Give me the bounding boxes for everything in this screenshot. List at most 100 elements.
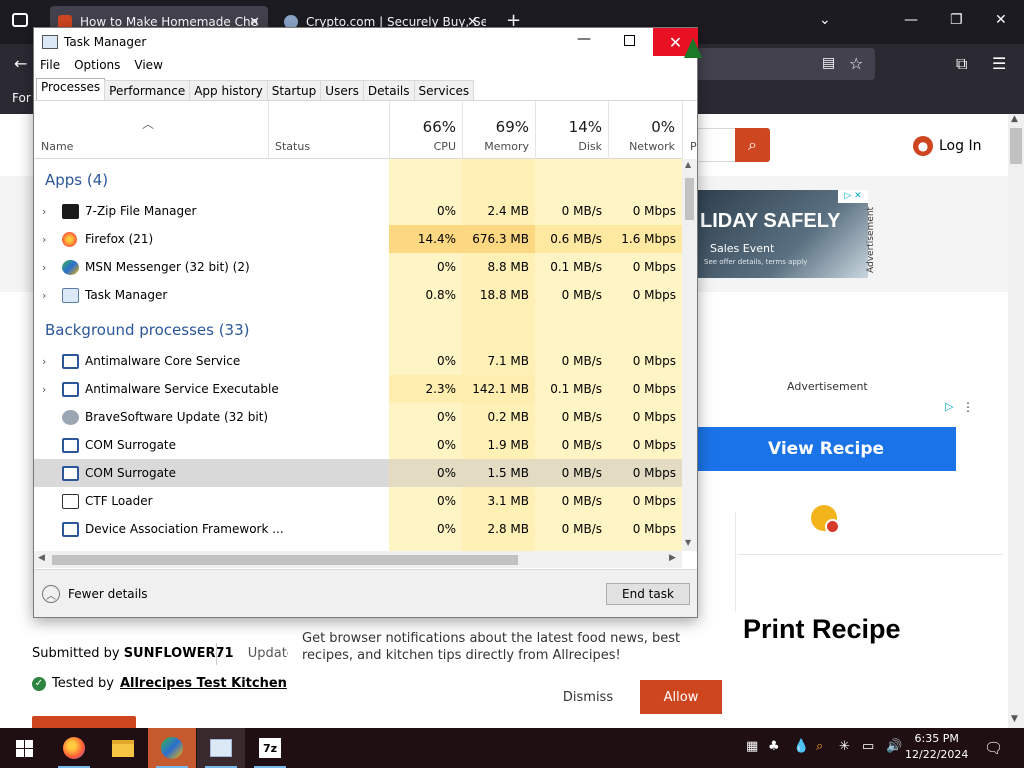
adchoices-icon[interactable]: ▷ ✕ — [838, 190, 868, 203]
column-name[interactable]: Name — [41, 140, 73, 153]
column-status[interactable]: Status — [275, 140, 310, 153]
chevron-up-circle-icon[interactable]: ︿ — [42, 585, 60, 603]
process-row[interactable]: › Antimalware Core Service 0% 7.1 MB 0 M… — [34, 347, 682, 375]
process-cpu: 0% — [436, 438, 456, 452]
back-arrow-icon[interactable]: ← — [14, 54, 27, 73]
memory-percent[interactable]: 69% — [462, 118, 529, 136]
page-scroll-thumb[interactable] — [1010, 128, 1022, 164]
menu-options[interactable]: Options — [74, 58, 120, 78]
network-activity-icon[interactable]: ▦ — [746, 739, 758, 754]
menu-bar: File Options View — [34, 58, 163, 78]
scroll-down-icon[interactable]: ▼ — [1011, 714, 1018, 724]
submitter-name[interactable]: SUNFLOWER71 — [124, 646, 234, 661]
msn-tray-icon[interactable]: ♣ — [768, 739, 780, 754]
expand-chevron-icon[interactable]: › — [42, 289, 46, 302]
process-row[interactable]: Device Association Framework ... 0% 2.8 … — [34, 515, 682, 543]
expand-chevron-icon[interactable]: › — [42, 205, 46, 218]
expand-chevron-icon[interactable]: › — [42, 261, 46, 274]
partially-hidden-button[interactable] — [32, 716, 136, 728]
process-row[interactable]: › Firefox (21) 14.4% 676.3 MB 0.6 MB/s 1… — [34, 225, 682, 253]
process-row[interactable]: › Task Manager 0.8% 18.8 MB 0 MB/s 0 Mbp… — [34, 281, 682, 309]
taskbar-msn[interactable] — [148, 728, 196, 768]
process-row[interactable]: BraveSoftware Update (32 bit) 0% 0.2 MB … — [34, 403, 682, 431]
notification-center-icon[interactable]: 🗨 — [984, 739, 1003, 757]
process-network: 0 Mbps — [632, 410, 676, 424]
bookmark-item[interactable]: For — [12, 91, 31, 105]
allow-button[interactable]: Allow — [640, 680, 722, 714]
process-row[interactable]: COM Surrogate 0% 1.9 MB 0 MB/s 0 Mbps — [34, 431, 682, 459]
page-scrollbar[interactable] — [1008, 114, 1024, 728]
menu-view[interactable]: View — [134, 58, 162, 78]
search-tray-icon[interactable]: ⌕ — [816, 739, 823, 754]
taskbar-7zip[interactable]: 7z — [246, 728, 294, 768]
taskbar-firefox[interactable] — [50, 728, 98, 768]
more-vertical-icon[interactable]: ⋮ — [962, 400, 974, 414]
view-recipe-button[interactable]: View Recipe — [696, 427, 956, 471]
process-row[interactable]: › MSN Messenger (32 bit) (2) 0% 8.8 MB 0… — [34, 253, 682, 281]
end-task-button[interactable]: End task — [606, 583, 690, 605]
start-button[interactable] — [0, 728, 48, 768]
adchoices-play-icon[interactable]: ▷ — [945, 400, 953, 413]
close-window-icon[interactable]: ✕ — [995, 12, 1007, 28]
scroll-up-icon[interactable]: ▲ — [685, 160, 691, 169]
dismiss-button[interactable]: Dismiss — [555, 681, 621, 713]
wifi-network-icon[interactable]: ▭ — [862, 739, 874, 754]
tab-processes[interactable]: Processes — [36, 78, 106, 100]
process-row[interactable]: › Antimalware Service Executable 2.3% 14… — [34, 375, 682, 403]
tab-list-icon[interactable] — [12, 13, 28, 27]
horizontal-scroll-thumb[interactable] — [52, 555, 518, 565]
scroll-up-icon[interactable]: ▲ — [1011, 114, 1018, 124]
tab-startup[interactable]: Startup — [266, 80, 322, 100]
taskbar-clock[interactable]: 6:35 PM 12/22/2024 — [905, 731, 968, 763]
divider — [216, 643, 217, 665]
menu-file[interactable]: File — [40, 58, 60, 78]
expand-chevron-icon[interactable]: › — [42, 355, 46, 368]
extensions-icon[interactable]: ⧉ — [956, 54, 967, 74]
scroll-left-icon[interactable]: ◀ — [38, 553, 45, 563]
sort-up-icon[interactable]: ︿ — [142, 115, 154, 132]
restore-icon[interactable]: ❐ — [950, 12, 963, 28]
maximize-icon[interactable] — [624, 35, 635, 46]
column-disk[interactable]: Disk — [535, 140, 602, 153]
tab-services[interactable]: Services — [413, 80, 475, 100]
fewer-details-link[interactable]: Fewer details — [68, 587, 148, 601]
network-percent[interactable]: 0% — [608, 118, 675, 136]
expand-chevron-icon[interactable]: › — [42, 383, 46, 396]
brightness-icon[interactable]: ✳ — [839, 739, 850, 754]
column-power-partial[interactable]: P — [690, 140, 697, 153]
scroll-down-icon[interactable]: ▼ — [685, 538, 691, 547]
login-link[interactable]: ● Log In — [913, 136, 981, 156]
process-list-scroll-thumb[interactable] — [685, 178, 694, 220]
column-memory[interactable]: Memory — [462, 140, 529, 153]
submitted-by-line: Submitted by SUNFLOWER71 Updated or — [32, 646, 320, 661]
process-row[interactable]: CTF Loader 0% 3.1 MB 0 MB/s 0 Mbps — [34, 487, 682, 515]
tab-performance[interactable]: Performance — [104, 80, 191, 100]
msn-icon — [161, 737, 183, 759]
column-cpu[interactable]: CPU — [389, 140, 456, 153]
droplet-icon[interactable]: 💧 — [793, 739, 809, 754]
tab-users[interactable]: Users — [320, 80, 364, 100]
minimize-icon[interactable]: — — [904, 12, 918, 28]
divider — [735, 512, 736, 612]
process-row-selected[interactable]: COM Surrogate 0% 1.5 MB 0 MB/s 0 Mbps — [34, 459, 682, 487]
holiday-ad-banner[interactable]: LIDAY SAFELY Sales Event See offer detai… — [696, 190, 868, 278]
expand-chevron-icon[interactable]: › — [42, 233, 46, 246]
process-row[interactable]: › 7-Zip File Manager 0% 2.4 MB 0 MB/s 0 … — [34, 197, 682, 225]
disk-percent[interactable]: 14% — [535, 118, 602, 136]
site-search-button[interactable]: ⌕ — [735, 128, 770, 162]
tab-details[interactable]: Details — [362, 80, 415, 100]
column-network[interactable]: Network — [608, 140, 675, 153]
tab-app-history[interactable]: App history — [189, 80, 268, 100]
hamburger-menu-icon[interactable]: ☰ — [992, 54, 1006, 73]
volume-icon[interactable]: 🔊 — [886, 739, 902, 754]
minimize-icon[interactable]: — — [577, 31, 591, 47]
chevron-down-icon[interactable]: ⌄ — [819, 12, 831, 28]
taskbar-task-manager[interactable] — [197, 728, 245, 768]
cpu-percent[interactable]: 66% — [389, 118, 456, 136]
bookmark-star-icon[interactable]: ☆ — [849, 54, 863, 73]
reader-view-icon[interactable]: ▤ — [822, 55, 835, 71]
test-kitchen-link[interactable]: Allrecipes Test Kitchen — [120, 676, 287, 691]
divider — [682, 101, 683, 159]
scroll-right-icon[interactable]: ▶ — [669, 553, 676, 563]
taskbar-file-explorer[interactable] — [99, 728, 147, 768]
